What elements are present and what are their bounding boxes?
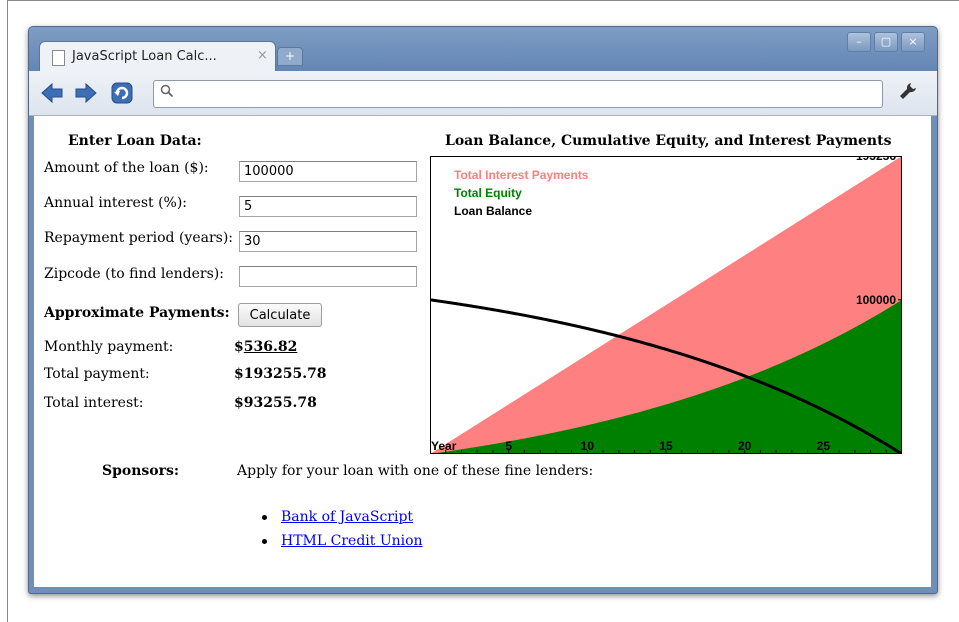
monthly-payment-label: Monthly payment:	[44, 339, 174, 355]
page-content: Enter Loan Data: Amount of the loan ($):…	[34, 116, 931, 587]
bullet	[262, 514, 267, 520]
x-tick-label: 15	[659, 439, 673, 453]
annual-interest-input[interactable]	[239, 196, 417, 217]
total-payment-label: Total payment:	[44, 366, 150, 382]
total-payment-value: $193255.78	[234, 366, 327, 382]
url-input[interactable]	[180, 84, 879, 104]
y-tick-label: 100000	[856, 293, 896, 307]
loan-chart: Year 5 10 15 20 25 193256 100000 Total Interest …	[430, 156, 902, 454]
tab-title: JavaScript Loan Calc...	[72, 49, 217, 64]
search-icon	[160, 84, 174, 102]
repayment-period-input[interactable]	[239, 231, 417, 252]
page-border-left	[7, 0, 8, 622]
x-tick-label: 25	[817, 439, 831, 453]
new-tab-button[interactable]: +	[277, 47, 303, 66]
y-tick-label: 193256	[856, 156, 896, 163]
calculate-button[interactable]: Calculate	[238, 303, 322, 327]
legend-entry: Total Interest Payments	[454, 168, 589, 182]
tab-close-icon[interactable]: ×	[257, 48, 268, 63]
lender-link[interactable]: Bank of JavaScript	[281, 509, 413, 525]
payments-heading: Approximate Payments:	[44, 305, 230, 321]
wrench-icon[interactable]	[895, 80, 921, 106]
title-bar: JavaScript Loan Calc... × + – ▢ ×	[29, 27, 937, 72]
browser-toolbar	[29, 71, 937, 116]
x-tick-label: 20	[738, 439, 752, 453]
bullet	[262, 538, 267, 544]
annual-interest-label: Annual interest (%):	[44, 195, 188, 211]
repayment-period-label: Repayment period (years):	[44, 230, 234, 246]
back-arrow-icon[interactable]	[39, 80, 65, 106]
browser-window: JavaScript Loan Calc... × + – ▢ × Enter …	[28, 26, 938, 594]
forward-arrow-icon[interactable]	[73, 80, 99, 106]
total-interest-label: Total interest:	[44, 395, 144, 411]
zipcode-label: Zipcode (to find lenders):	[44, 266, 224, 282]
maximize-button[interactable]: ▢	[874, 32, 898, 52]
currency-symbol: $	[234, 339, 244, 355]
x-tick-label: 5	[505, 439, 512, 453]
list-item: Bank of JavaScript	[262, 509, 413, 525]
close-window-button[interactable]: ×	[901, 32, 925, 52]
x-tick-label: 10	[581, 439, 595, 453]
lender-link[interactable]: HTML Credit Union	[281, 533, 423, 549]
monthly-payment-value: $536.82	[234, 339, 297, 355]
list-item: HTML Credit Union	[262, 533, 423, 549]
sponsors-intro: Apply for your loan with one of these fi…	[237, 463, 594, 479]
x-axis-label: Year	[431, 439, 457, 453]
zipcode-input[interactable]	[239, 266, 417, 287]
browser-tab[interactable]: JavaScript Loan Calc... ×	[39, 41, 276, 72]
legend-entry: Loan Balance	[454, 204, 532, 218]
form-heading: Enter Loan Data:	[68, 133, 202, 149]
loan-amount-input[interactable]	[239, 161, 417, 182]
page-border-top	[7, 0, 959, 1]
minimize-button[interactable]: –	[847, 32, 871, 52]
address-bar[interactable]	[153, 80, 883, 108]
loan-amount-label: Amount of the loan ($):	[44, 160, 209, 176]
sponsors-heading: Sponsors:	[102, 463, 180, 479]
monthly-payment-amount: 536.82	[243, 339, 298, 355]
reload-icon[interactable]	[109, 80, 135, 106]
total-interest-value: $93255.78	[234, 395, 317, 411]
chart-title: Loan Balance, Cumulative Equity, and Int…	[445, 133, 892, 149]
page-icon	[52, 50, 65, 66]
legend-entry: Total Equity	[454, 186, 522, 200]
